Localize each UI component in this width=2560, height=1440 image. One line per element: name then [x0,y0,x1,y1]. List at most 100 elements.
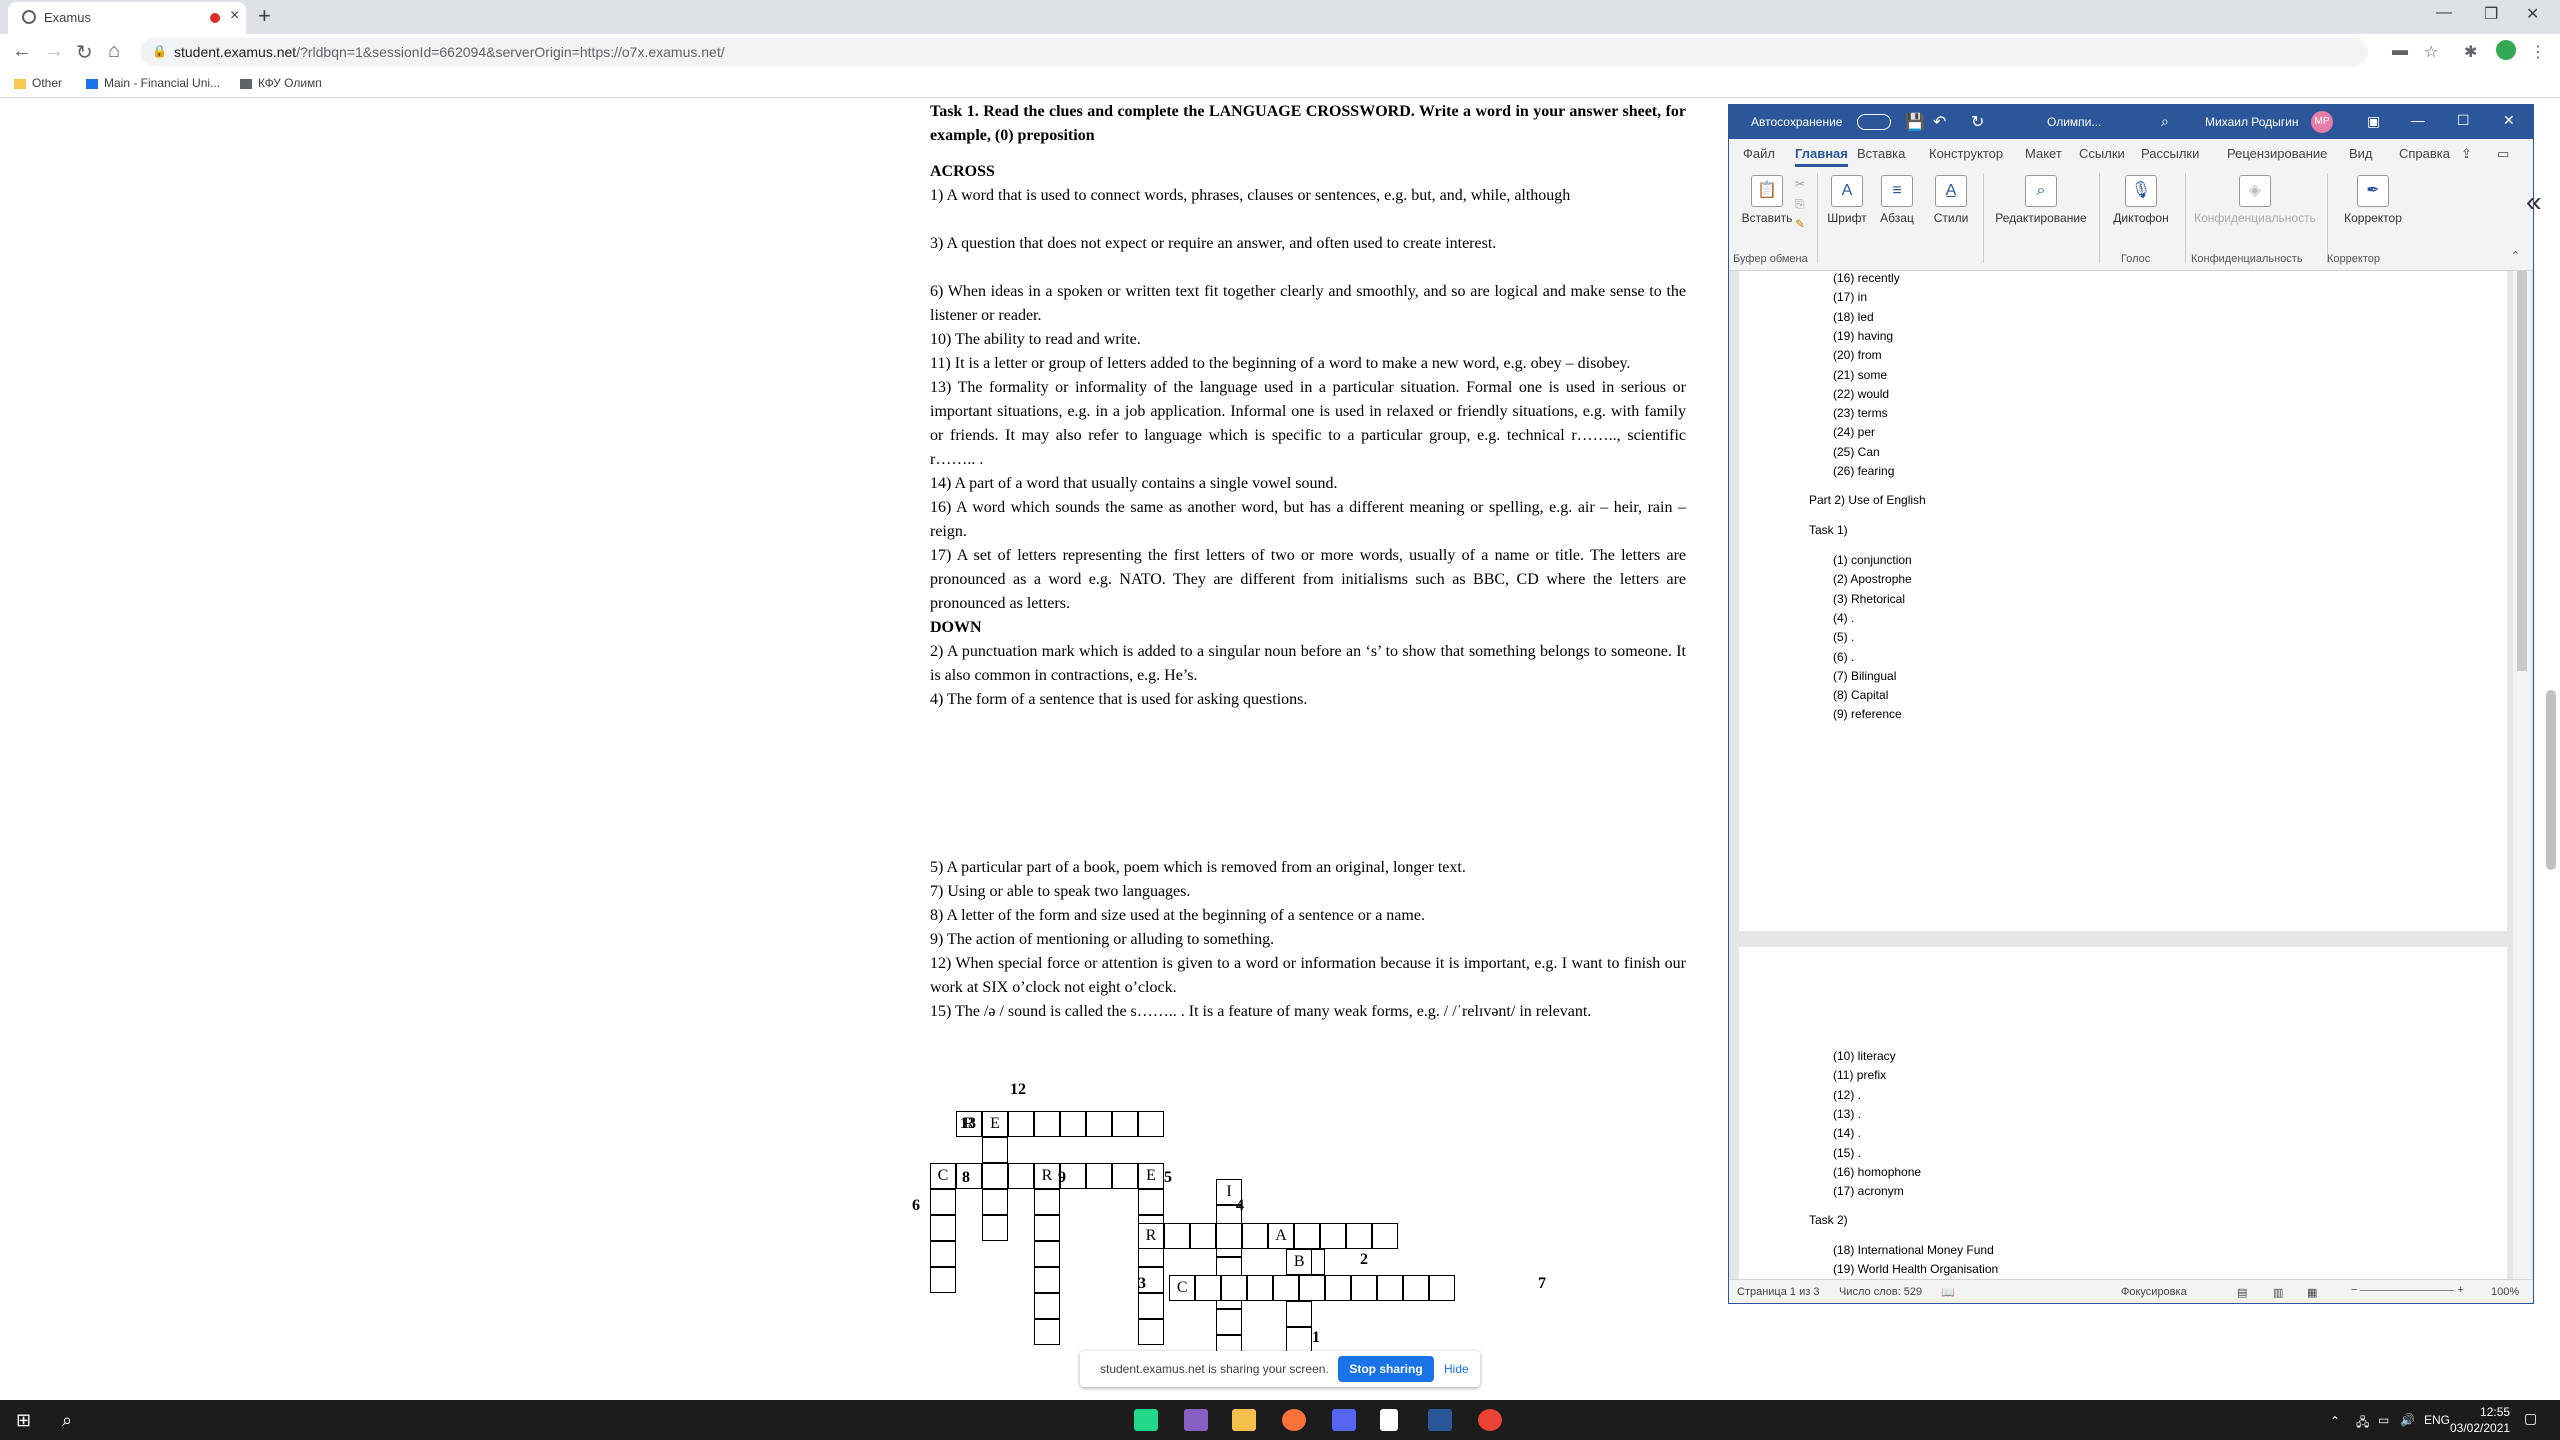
collapse-ribbon-icon[interactable]: ⌃ [2511,249,2520,262]
restore-icon[interactable]: ❐ [2484,4,2498,24]
extensions-icon[interactable]: ✱ [2464,42,2477,62]
crossword-cell[interactable] [1429,1274,1456,1301]
scroll-thumb[interactable] [2546,690,2556,870]
bookmark-main[interactable]: Main - Financial Uni... [86,76,220,90]
crossword-cell[interactable] [1273,1274,1300,1301]
comments-icon[interactable]: ▭ [2497,146,2509,162]
crossword-cell[interactable] [1008,1111,1034,1137]
clock[interactable]: 12:55 03/02/2021 [2450,1404,2510,1436]
document-page[interactable]: (16) recently (17) in (18) led (19) having (… [1739,271,2507,931]
crossword-cell[interactable] [1112,1163,1138,1189]
search-icon[interactable]: ⌕ [62,1410,72,1431]
crossword-cell[interactable] [1008,1163,1034,1189]
crossword-cell[interactable] [1034,1111,1060,1137]
crossword-cell[interactable] [1138,1189,1164,1215]
crossword-cell[interactable] [1034,1319,1060,1345]
tab-mailings[interactable]: Рассылки [2141,146,2199,161]
visual-studio-icon[interactable] [1184,1409,1208,1431]
page-scrollbar[interactable] [2542,100,2560,1400]
bookmark-other[interactable]: Other [14,76,62,90]
format-painter-icon[interactable]: ✎ [1795,217,1805,231]
crossword-cell[interactable] [1351,1274,1378,1301]
tray-chevron-icon[interactable]: ⌃ [2330,1414,2340,1428]
crossword-cell[interactable] [1346,1222,1372,1249]
chrome-icon[interactable] [1478,1409,1502,1431]
ribbon-display-icon[interactable]: ▣ [2367,113,2380,130]
crossword-cell[interactable] [1247,1274,1274,1301]
paste-button[interactable]: 📋 Вставить [1737,171,1797,225]
notifications-icon[interactable]: ▢ [2524,1410,2537,1427]
language-indicator[interactable]: ENG [2424,1413,2450,1427]
new-tab-button[interactable]: + [258,3,271,29]
crossword-cell[interactable] [1372,1222,1398,1249]
back-icon[interactable]: ← [12,40,32,63]
tab-help[interactable]: Справка [2399,146,2450,161]
word-count[interactable]: Число слов: 529 [1839,1286,1922,1298]
read-mode-icon[interactable]: ▤ [2237,1286,2247,1299]
cut-icon[interactable]: ✂ [1795,177,1805,191]
crossword-cell[interactable] [1216,1308,1242,1335]
crossword-cell[interactable]: R [1138,1222,1164,1249]
crossword-cell[interactable]: E [982,1111,1008,1137]
hide-button[interactable]: Hide [1444,1362,1469,1376]
crossword-cell[interactable] [1286,1300,1313,1327]
scroll-thumb[interactable] [2517,271,2527,671]
focus-mode[interactable]: Фокусировка [2121,1286,2187,1298]
crossword-cell[interactable]: R [1034,1163,1060,1189]
zoom-slider[interactable]: − + [2351,1284,2471,1296]
crossword-cell[interactable] [1325,1274,1352,1301]
page-count[interactable]: Страница 1 из 3 [1737,1286,1819,1298]
forward-icon[interactable]: → [44,40,64,63]
save-icon[interactable]: 💾 [1905,112,1925,132]
profile-avatar[interactable] [2496,40,2516,60]
crossword-cell[interactable]: B [1286,1248,1313,1275]
proofing-icon[interactable]: 📖 [1941,1286,1955,1299]
tab-file[interactable]: Файл [1743,146,1775,161]
user-name[interactable]: Михаил Родыгин [2205,115,2299,129]
close-tab-icon[interactable]: × [230,7,239,25]
tab-design[interactable]: Конструктор [1929,146,2003,161]
collapse-panel-icon[interactable]: « [2526,186,2542,218]
crossword-cell[interactable] [1216,1222,1242,1249]
vertical-scrollbar[interactable] [2513,271,2531,1279]
maximize-icon[interactable]: ☐ [2457,112,2470,129]
notepad-icon[interactable] [1380,1409,1398,1431]
tab-references[interactable]: Ссылки [2079,146,2125,161]
crossword-cell[interactable] [1286,1326,1313,1353]
print-layout-icon[interactable]: ▥ [2273,1286,2283,1299]
cast-icon[interactable]: ▬ [2392,42,2408,60]
close-icon[interactable]: ✕ [2503,112,2515,129]
editor-button[interactable]: ✒ Корректор [2335,171,2411,225]
dictate-button[interactable]: 🎙 Диктофон [2103,171,2179,225]
tab-examus[interactable]: Examus × [8,2,246,34]
document-page[interactable]: (10) literacy (11) prefix (12) . (13) . (14)… [1739,947,2507,1279]
crossword-cell[interactable]: A [1268,1222,1294,1249]
copy-icon[interactable]: ⎘ [1795,197,1805,212]
tab-layout[interactable]: Макет [2025,146,2062,161]
user-avatar[interactable]: МР [2311,111,2333,133]
close-window-icon[interactable]: ✕ [2526,4,2539,24]
crossword-cell[interactable] [1138,1111,1164,1137]
crossword-cell[interactable]: C [930,1163,956,1189]
word-icon[interactable] [1428,1409,1452,1431]
crossword-cell[interactable] [1034,1293,1060,1319]
crossword-cell[interactable] [982,1137,1008,1163]
search-icon[interactable]: ⌕ [2161,113,2169,130]
crossword-cell[interactable] [1060,1111,1086,1137]
crossword-cell[interactable]: C [1169,1274,1196,1301]
crossword-cell[interactable] [1086,1163,1112,1189]
crossword-cell[interactable] [982,1163,1008,1189]
paragraph-button[interactable]: ≡ Абзац [1875,171,1919,225]
crossword-cell[interactable] [1034,1215,1060,1241]
crossword-cell[interactable] [930,1241,956,1267]
minimize-icon[interactable]: — [2411,112,2425,128]
pycharm-icon[interactable] [1134,1409,1158,1431]
crossword-cell[interactable] [930,1215,956,1241]
autosave-toggle[interactable] [1857,114,1891,130]
crossword-cell[interactable] [1164,1222,1190,1249]
stop-sharing-button[interactable]: Stop sharing [1338,1356,1434,1382]
redo-icon[interactable]: ↻ [1971,112,1984,132]
lock-icon[interactable]: 🔒 [152,44,167,58]
firefox-icon[interactable] [1282,1409,1306,1431]
doc-name[interactable]: Олимпи... [2047,115,2101,129]
